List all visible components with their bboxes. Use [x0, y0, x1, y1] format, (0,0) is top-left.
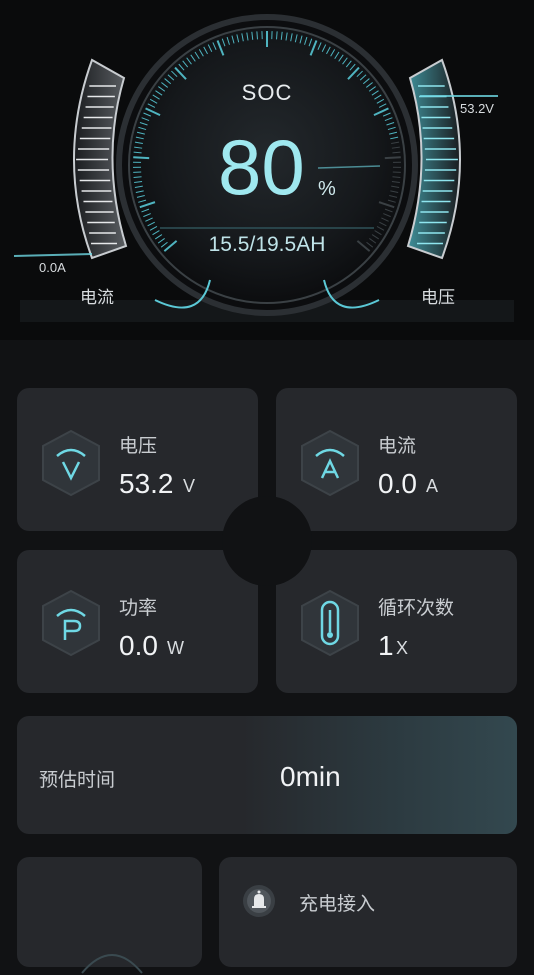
card-label: 电压	[119, 431, 157, 458]
soc-gauge: SOC 80 % 15.5/19.5AH 0.0A 电流 53.2V 电压	[0, 0, 534, 340]
dial-tick	[277, 31, 278, 39]
capacity-readout: 15.5/19.5AH	[0, 233, 534, 257]
charge-ring-card	[17, 857, 202, 967]
thermometer-icon	[298, 588, 362, 658]
card-label: 循环次数	[378, 593, 454, 620]
card-value: 1	[378, 630, 394, 662]
power-card: 功率 0.0 W	[17, 550, 258, 693]
dial-tick	[385, 157, 401, 158]
card-value: 53.2	[119, 468, 174, 500]
estimate-label: 预估时间	[39, 765, 115, 792]
estimated-time-card: 预估时间 0min	[17, 716, 517, 834]
estimate-value: 0min	[280, 761, 341, 793]
card-value: 0.0	[378, 468, 417, 500]
current-gauge-label: 电流	[80, 283, 114, 308]
soc-value: 80	[218, 128, 305, 206]
dial-tick	[133, 157, 149, 158]
bell-icon	[241, 883, 277, 919]
card-grid-center-cutout	[222, 496, 312, 586]
card-value: 0.0	[119, 630, 158, 662]
current-card: 电流 0.0 A	[276, 388, 517, 531]
card-unit: W	[167, 638, 184, 659]
card-label: 功率	[119, 593, 157, 620]
charging-status-card[interactable]: 充电接入	[219, 857, 517, 967]
current-readout: 0.0A	[39, 260, 66, 275]
card-unit: X	[396, 638, 408, 659]
card-unit: A	[426, 476, 438, 497]
current-icon	[298, 428, 362, 498]
voltage-icon	[39, 428, 103, 498]
voltage-readout: 53.2V	[460, 101, 494, 116]
dial-tick	[257, 31, 258, 39]
voltage-card: 电压 53.2 V	[17, 388, 258, 531]
card-unit: V	[183, 476, 195, 497]
charging-label: 充电接入	[299, 889, 375, 916]
cycles-card: 循环次数 1 X	[276, 550, 517, 693]
voltage-gauge-label: 电压	[421, 283, 455, 308]
soc-title: SOC	[0, 80, 534, 106]
ring-arc	[77, 935, 147, 975]
power-icon	[39, 588, 103, 658]
card-label: 电流	[378, 431, 416, 458]
soc-unit: %	[318, 178, 336, 201]
